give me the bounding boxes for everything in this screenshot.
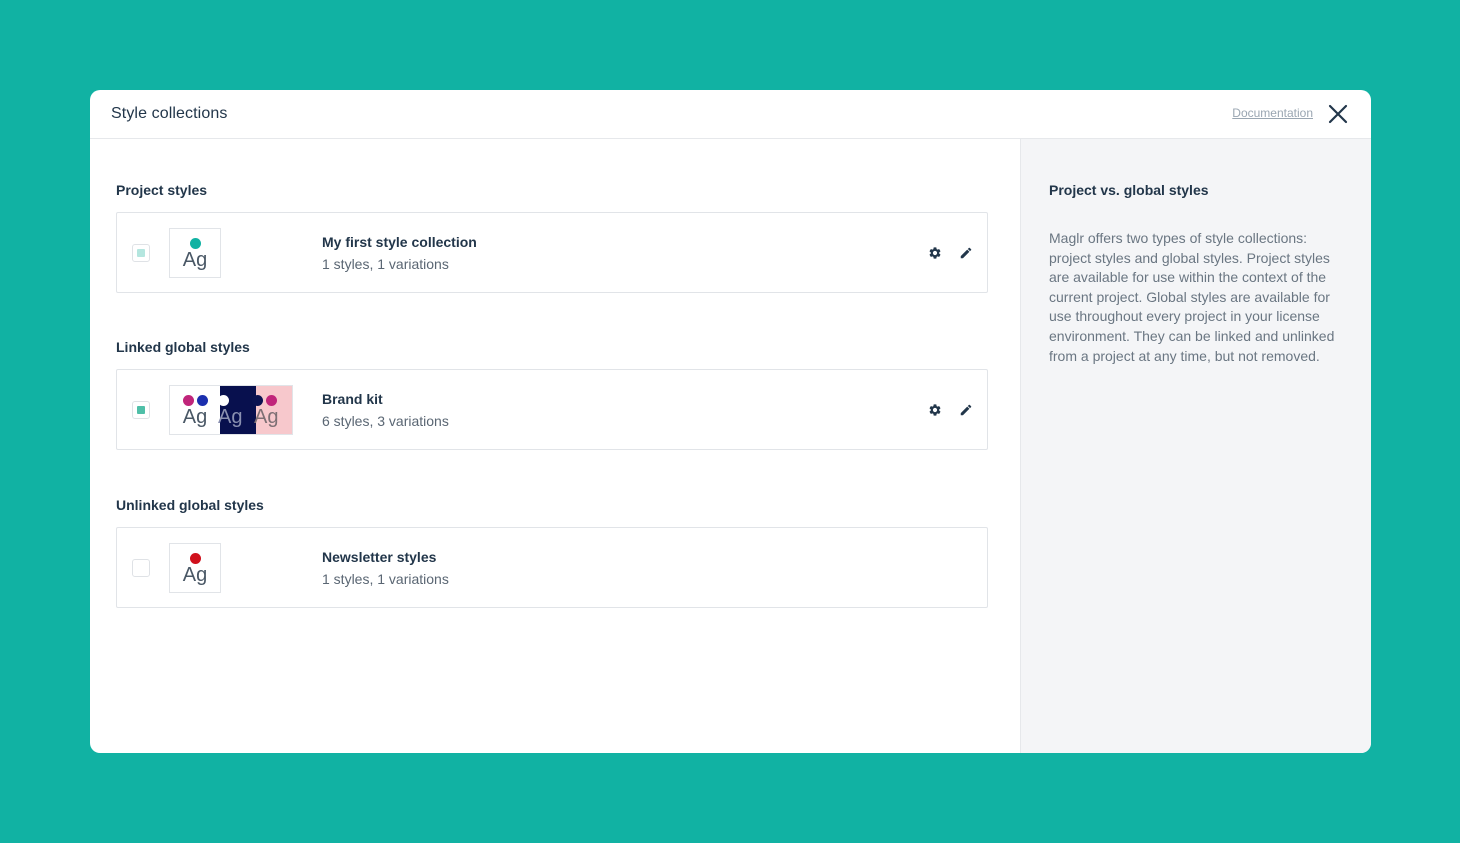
section-title-linked: Linked global styles <box>116 339 250 355</box>
gear-icon[interactable] <box>925 400 945 420</box>
info-panel-text: Maglr offers two types of style collecti… <box>1049 230 1335 364</box>
section-title-project: Project styles <box>116 182 208 198</box>
checkbox-checked-mark <box>137 406 145 414</box>
variant-swatch: Ag <box>170 544 220 592</box>
info-panel: Project vs. global styles Maglr offers t… <box>1020 139 1371 753</box>
section-title-unlinked: Unlinked global styles <box>116 497 264 513</box>
info-panel-title: Project vs. global styles <box>1049 182 1209 198</box>
collection-card-project[interactable]: Ag My first style collection 1 styles, 1… <box>116 212 988 293</box>
close-icon[interactable] <box>1327 103 1349 125</box>
typography-sample: Ag <box>182 564 208 586</box>
collection-thumbnail: Ag Ag Ag <box>169 385 293 435</box>
collection-summary: 1 styles, 1 variations <box>322 571 449 587</box>
gear-icon[interactable] <box>925 243 945 263</box>
variant-swatch: Ag <box>170 229 220 277</box>
collection-checkbox[interactable] <box>132 559 150 577</box>
collection-checkbox[interactable] <box>132 401 150 419</box>
modal-header: Style collections Documentation <box>90 90 1371 139</box>
typography-sample: Ag <box>254 406 279 428</box>
pencil-icon[interactable] <box>956 400 976 420</box>
collection-thumbnail: Ag <box>169 228 221 278</box>
collection-summary: 1 styles, 1 variations <box>322 256 449 272</box>
pencil-icon[interactable] <box>956 243 976 263</box>
collection-card-newsletter[interactable]: Ag Newsletter styles 1 styles, 1 variati… <box>116 527 988 608</box>
checkbox-partial-mark <box>137 249 145 257</box>
variant-swatch: Ag <box>170 386 220 434</box>
modal-body: Project styles Ag My first style collect… <box>90 139 1371 753</box>
typography-sample: Ag <box>182 406 208 428</box>
collection-name: Newsletter styles <box>322 549 437 565</box>
collection-name: My first style collection <box>322 234 477 250</box>
modal-title: Style collections <box>111 105 228 122</box>
collection-card-brand-kit[interactable]: Ag Ag Ag Brand kit 6 styles, 3 variation… <box>116 369 988 450</box>
documentation-link[interactable]: Documentation <box>1232 106 1313 120</box>
collections-list: Project styles Ag My first style collect… <box>90 139 1020 753</box>
typography-sample: Ag <box>182 249 208 271</box>
variant-swatch: Ag <box>218 386 256 434</box>
collection-summary: 6 styles, 3 variations <box>322 413 449 429</box>
collection-checkbox[interactable] <box>132 244 150 262</box>
typography-sample: Ag <box>218 406 243 428</box>
collection-name: Brand kit <box>322 391 383 407</box>
variant-swatch: Ag <box>252 386 292 434</box>
collection-thumbnail: Ag <box>169 543 221 593</box>
style-collections-modal: Style collections Documentation Project … <box>90 90 1371 753</box>
